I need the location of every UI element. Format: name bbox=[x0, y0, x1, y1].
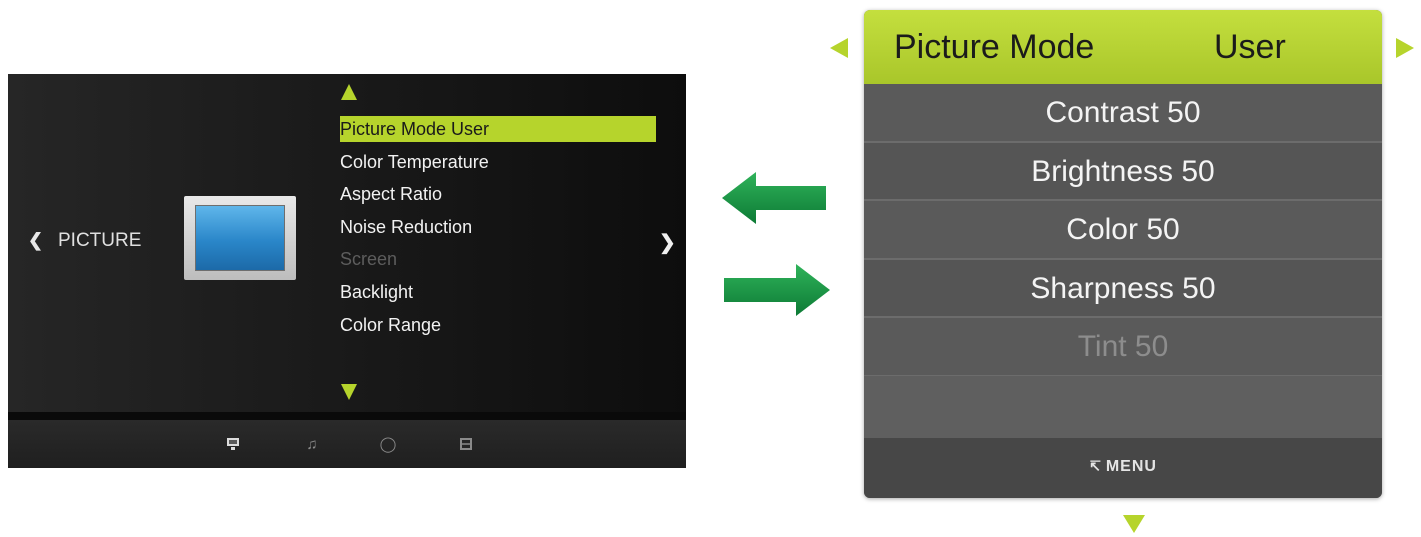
menu-footer: ♫ ◯ bbox=[8, 420, 686, 468]
settings-icon[interactable]: ◯ bbox=[378, 434, 398, 454]
menu-label: MENU bbox=[1105, 458, 1157, 475]
menu-item-aspect-ratio[interactable]: Aspect Ratio bbox=[334, 181, 656, 214]
menu-item-noise-reduction[interactable]: Noise Reduction bbox=[334, 214, 656, 247]
forward-arrow-icon bbox=[724, 264, 830, 316]
menu-divider bbox=[8, 412, 686, 420]
prev-category-icon[interactable]: ❮ bbox=[28, 230, 43, 251]
adjust-item-sharpness[interactable]: Sharpness 50 bbox=[864, 259, 1382, 318]
next-mode-icon[interactable] bbox=[1396, 38, 1414, 58]
picture-category-icon bbox=[184, 196, 296, 280]
stage: ❮ PICTURE Picture Mode User Color Temper… bbox=[0, 0, 1421, 537]
picture-mode-header[interactable]: Picture Mode User bbox=[864, 10, 1382, 84]
next-category-icon[interactable]: ❯ bbox=[659, 230, 676, 255]
adjust-item-color[interactable]: Color 50 bbox=[864, 201, 1382, 260]
adjust-item-contrast[interactable]: Contrast 50 bbox=[864, 84, 1382, 143]
menu-item-color-temperature[interactable]: Color Temperature bbox=[334, 149, 656, 182]
menu-item-picture-mode[interactable]: Picture Mode User bbox=[334, 116, 656, 149]
adjust-item-tint: Tint 50 bbox=[864, 318, 1382, 377]
submenu-footer: ↸ MENU bbox=[864, 438, 1382, 498]
tv-main-menu: ❮ PICTURE Picture Mode User Color Temper… bbox=[8, 74, 686, 468]
scroll-up-icon[interactable] bbox=[341, 84, 357, 100]
empty-row bbox=[864, 376, 1382, 438]
picture-adjust-list: Contrast 50 Brightness 50 Color 50 Sharp… bbox=[864, 84, 1382, 377]
menu-item-color-range[interactable]: Color Range bbox=[334, 312, 656, 345]
scroll-down-indicator-icon[interactable] bbox=[1123, 515, 1145, 533]
back-icon: ↸ bbox=[1089, 458, 1102, 474]
picture-icon[interactable] bbox=[223, 434, 243, 454]
grid-icon[interactable] bbox=[456, 434, 476, 454]
menu-item-backlight[interactable]: Backlight bbox=[334, 279, 656, 312]
category-label: PICTURE bbox=[58, 230, 142, 251]
menu-back-hint[interactable]: ↸ MENU bbox=[864, 458, 1382, 476]
tv-screen-icon bbox=[195, 205, 285, 271]
scroll-down-icon[interactable] bbox=[341, 384, 357, 400]
picture-settings-list: Picture Mode User Color Temperature Aspe… bbox=[334, 116, 656, 344]
prev-mode-icon[interactable] bbox=[830, 38, 848, 58]
adjust-item-brightness[interactable]: Brightness 50 bbox=[864, 142, 1382, 201]
back-arrow-icon bbox=[722, 172, 826, 224]
menu-item-screen: Screen bbox=[340, 249, 398, 270]
picture-mode-title: Picture Mode bbox=[894, 28, 1095, 66]
music-icon[interactable]: ♫ bbox=[302, 434, 322, 454]
picture-mode-value: User bbox=[1214, 28, 1286, 66]
picture-mode-submenu: Picture Mode User Contrast 50 Brightness… bbox=[864, 10, 1382, 498]
